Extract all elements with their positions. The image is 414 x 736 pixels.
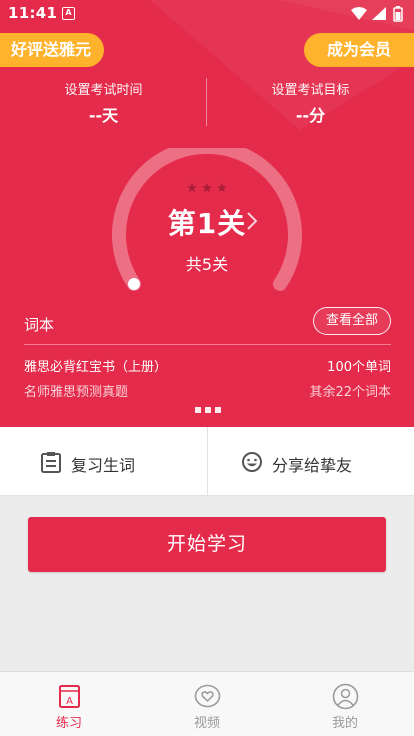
- svg-text:A: A: [66, 696, 73, 707]
- hero-panel: 11:41 A 好评送雅元 成为会员 设置考试时间 --天 设置考试目标 --分…: [0, 0, 414, 427]
- exam-time-value: --天: [88, 106, 119, 125]
- tab-label: 视频: [193, 716, 220, 731]
- tab-label: 我的: [331, 716, 358, 731]
- level-stars: [187, 183, 227, 193]
- review-words-label: 复习生词: [71, 456, 136, 475]
- exam-goal-setting[interactable]: 设置考试目标 --分: [207, 79, 414, 126]
- exam-goal-value: --分: [295, 106, 326, 125]
- status-bar: 11:41 A: [0, 0, 414, 28]
- tab-label: 练习: [55, 716, 82, 731]
- battery-icon: [393, 6, 403, 22]
- video-heart-icon: [194, 684, 221, 708]
- star-icon: [217, 183, 227, 193]
- wifi-icon: [351, 7, 367, 20]
- page-dot: [205, 407, 211, 413]
- page-indicator: [195, 407, 221, 413]
- level-total: 共5关: [185, 255, 229, 274]
- page-dot: [195, 407, 201, 413]
- remaining-wordbooks: 其余22个词本: [309, 385, 391, 400]
- become-member-button[interactable]: 成为会员: [304, 33, 414, 67]
- wordbook-word-count: 100个单词: [327, 360, 391, 375]
- practice-book-icon: A: [59, 685, 80, 708]
- wordbook-name[interactable]: 雅思必背红宝书（上册）: [24, 356, 167, 375]
- chevron-right-icon[interactable]: [245, 210, 259, 232]
- exam-time-label: 设置考试时间: [64, 83, 143, 98]
- exam-goal-label: 设置考试目标: [271, 83, 350, 98]
- profile-icon: [332, 683, 359, 710]
- status-icons: [351, 6, 403, 22]
- exam-time-setting[interactable]: 设置考试时间 --天: [0, 79, 207, 126]
- start-learning-button[interactable]: 开始学习: [28, 517, 386, 572]
- app-notification-icon: A: [62, 7, 75, 20]
- clipboard-icon: [41, 452, 61, 473]
- star-icon: [187, 183, 197, 193]
- tab-video[interactable]: 视频: [138, 672, 276, 736]
- star-icon: [202, 183, 212, 193]
- share-friends-button[interactable]: 分享给挚友: [207, 427, 414, 496]
- wordbook-subtitle: 名师雅思预测真题: [24, 385, 129, 400]
- tab-profile[interactable]: 我的: [276, 672, 414, 736]
- view-all-button[interactable]: 查看全部: [313, 307, 391, 335]
- status-time: 11:41: [8, 4, 58, 22]
- action-row: 复习生词 分享给挚友: [0, 427, 414, 496]
- share-friends-label: 分享给挚友: [272, 456, 353, 475]
- smile-icon: [242, 452, 262, 472]
- review-reward-button[interactable]: 好评送雅元: [0, 33, 104, 67]
- signal-icon: [372, 7, 386, 20]
- page-dot: [215, 407, 221, 413]
- bottom-tab-bar: A 练习 视频 我的: [0, 671, 414, 736]
- wordbook-divider: [24, 344, 391, 345]
- tab-practice[interactable]: A 练习: [0, 672, 138, 736]
- progress-knob: [128, 278, 140, 290]
- review-words-button[interactable]: 复习生词: [0, 427, 207, 496]
- wordbook-header: 词本: [24, 316, 55, 334]
